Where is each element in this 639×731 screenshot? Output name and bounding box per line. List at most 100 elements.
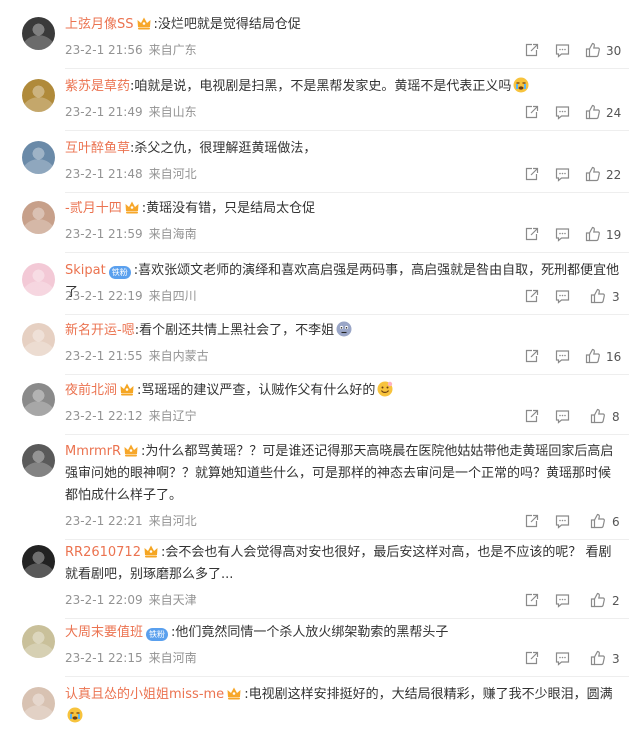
comment-text-line: 新名开运-嗯:看个剧还共情上黑社会了，不李姐 <box>65 320 623 342</box>
comment-meta: 23-2-1 21:49 来自山东 <box>65 104 197 120</box>
username-link[interactable]: 紫苏是草药 <box>65 79 130 94</box>
username-link[interactable]: 认真且怂的小姐姐miss-me <box>65 687 224 702</box>
location: 来自河北 <box>148 514 197 528</box>
username-link[interactable]: RR2610712 <box>65 545 141 560</box>
avatar[interactable] <box>22 263 55 296</box>
comment-meta: 23-2-1 22:19 来自四川 <box>65 288 197 304</box>
avatar[interactable] <box>22 383 55 416</box>
like-icon[interactable] <box>585 226 601 242</box>
divider <box>65 130 629 131</box>
repost-icon[interactable] <box>524 105 539 120</box>
teary-face-icon <box>513 77 529 93</box>
member-crown-icon <box>137 16 151 30</box>
comment-text-line: 互叶醉鱼草:杀父之仇，很理解逛黄瑶做法， <box>65 138 623 160</box>
comment-icon[interactable] <box>555 349 570 364</box>
avatar[interactable] <box>22 625 55 658</box>
like-icon[interactable] <box>585 166 601 182</box>
comment-meta: 23-2-1 22:09 来自天津 <box>65 592 197 608</box>
divider <box>65 68 629 69</box>
timestamp: 23-2-1 21:59 <box>65 227 143 241</box>
timestamp: 23-2-1 22:12 <box>65 409 143 423</box>
location: 来自辽宁 <box>148 409 197 423</box>
username-link[interactable]: -贰月十四 <box>65 201 122 216</box>
username-link[interactable]: MmrmrR <box>65 444 121 459</box>
comment-icon[interactable] <box>555 43 570 58</box>
comment-icon[interactable] <box>555 593 570 608</box>
repost-icon[interactable] <box>524 289 539 304</box>
username-link[interactable]: Skipat <box>65 263 106 278</box>
location: 来自天津 <box>148 593 197 607</box>
username-link[interactable]: 新名开运-嗯 <box>65 323 135 338</box>
location: 来自四川 <box>148 289 197 303</box>
avatar[interactable] <box>22 545 55 578</box>
username-link[interactable]: 夜前北涧 <box>65 383 117 398</box>
teary-face-icon <box>67 707 83 723</box>
like-count: 8 <box>612 410 620 424</box>
comment-body: :骂瑶瑶的建议严查，认贼作父有什么好的 <box>137 383 376 398</box>
comment-meta: 23-2-1 21:59 来自海南 <box>65 226 197 242</box>
repost-icon[interactable] <box>524 514 539 529</box>
comment-body: :电视剧这样安排挺好的，大结局很精彩，赚了我不少眼泪，圆满 <box>244 687 613 702</box>
comment-icon[interactable] <box>555 227 570 242</box>
repost-icon[interactable] <box>524 167 539 182</box>
location: 来自河南 <box>148 651 197 665</box>
avatar[interactable] <box>22 687 55 720</box>
divider <box>65 676 629 677</box>
repost-icon[interactable] <box>524 593 539 608</box>
repost-icon[interactable] <box>524 409 539 424</box>
like-icon[interactable] <box>585 104 601 120</box>
timestamp: 23-2-1 22:21 <box>65 514 143 528</box>
avatar[interactable] <box>22 323 55 356</box>
username-link[interactable]: 互叶醉鱼草 <box>65 141 130 156</box>
timestamp: 23-2-1 21:49 <box>65 105 143 119</box>
divider <box>65 314 629 315</box>
divider <box>65 539 629 540</box>
repost-icon[interactable] <box>524 227 539 242</box>
timestamp: 23-2-1 21:48 <box>65 167 143 181</box>
comment-icon[interactable] <box>555 651 570 666</box>
member-crown-icon <box>124 443 138 457</box>
repost-icon[interactable] <box>524 349 539 364</box>
username-link[interactable]: 大周末要值班 <box>65 625 143 640</box>
like-icon[interactable] <box>585 42 601 58</box>
like-icon[interactable] <box>590 650 606 666</box>
timestamp: 23-2-1 21:56 <box>65 43 143 57</box>
comment-body: :他们竟然同情一个杀人放火绑架勒索的黑帮头子 <box>171 625 449 640</box>
like-count: 6 <box>612 515 620 529</box>
member-crown-icon <box>125 200 139 214</box>
like-icon[interactable] <box>585 348 601 364</box>
divider <box>65 434 629 435</box>
repost-icon[interactable] <box>524 651 539 666</box>
repost-icon[interactable] <box>524 43 539 58</box>
comment-icon[interactable] <box>555 409 570 424</box>
like-icon[interactable] <box>590 513 606 529</box>
comment-icon[interactable] <box>555 514 570 529</box>
comment-icon[interactable] <box>555 167 570 182</box>
like-icon[interactable] <box>590 592 606 608</box>
comment-icon[interactable] <box>555 289 570 304</box>
comment-meta: 23-2-1 21:56 来自广东 <box>65 42 197 58</box>
avatar[interactable] <box>22 201 55 234</box>
avatar[interactable] <box>22 444 55 477</box>
avatar[interactable] <box>22 79 55 112</box>
divider <box>65 252 629 253</box>
like-icon[interactable] <box>590 408 606 424</box>
comment-body: :没烂吧就是觉得结局仓促 <box>153 17 301 32</box>
avatar[interactable] <box>22 17 55 50</box>
comment-icon[interactable] <box>555 105 570 120</box>
fan-badge: 铁粉 <box>108 266 131 279</box>
location: 来自海南 <box>148 227 197 241</box>
like-count: 22 <box>606 168 622 182</box>
avatar[interactable] <box>22 141 55 174</box>
comment-meta: 23-2-1 21:55 来自内蒙古 <box>65 348 209 364</box>
like-count: 24 <box>606 106 622 120</box>
username-link[interactable]: 上弦月像SS <box>65 17 134 32</box>
like-count: 30 <box>606 44 622 58</box>
comment-text-line: 紫苏是草药:咱就是说，电视剧是扫黑，不是黑帮发家史。黄瑶不是代表正义吗 <box>65 76 623 98</box>
comment-text-line: 上弦月像SS :没烂吧就是觉得结局仓促 <box>65 14 623 36</box>
comment-text-line: MmrmrR:为什么都骂黄瑶？？可是谁还记得那天高晓晨在医院他姑姑带他走黄瑶回家… <box>65 441 623 507</box>
thinking-face-icon <box>336 321 352 337</box>
like-count: 2 <box>612 594 620 608</box>
member-crown-icon <box>120 382 134 396</box>
like-icon[interactable] <box>590 288 606 304</box>
